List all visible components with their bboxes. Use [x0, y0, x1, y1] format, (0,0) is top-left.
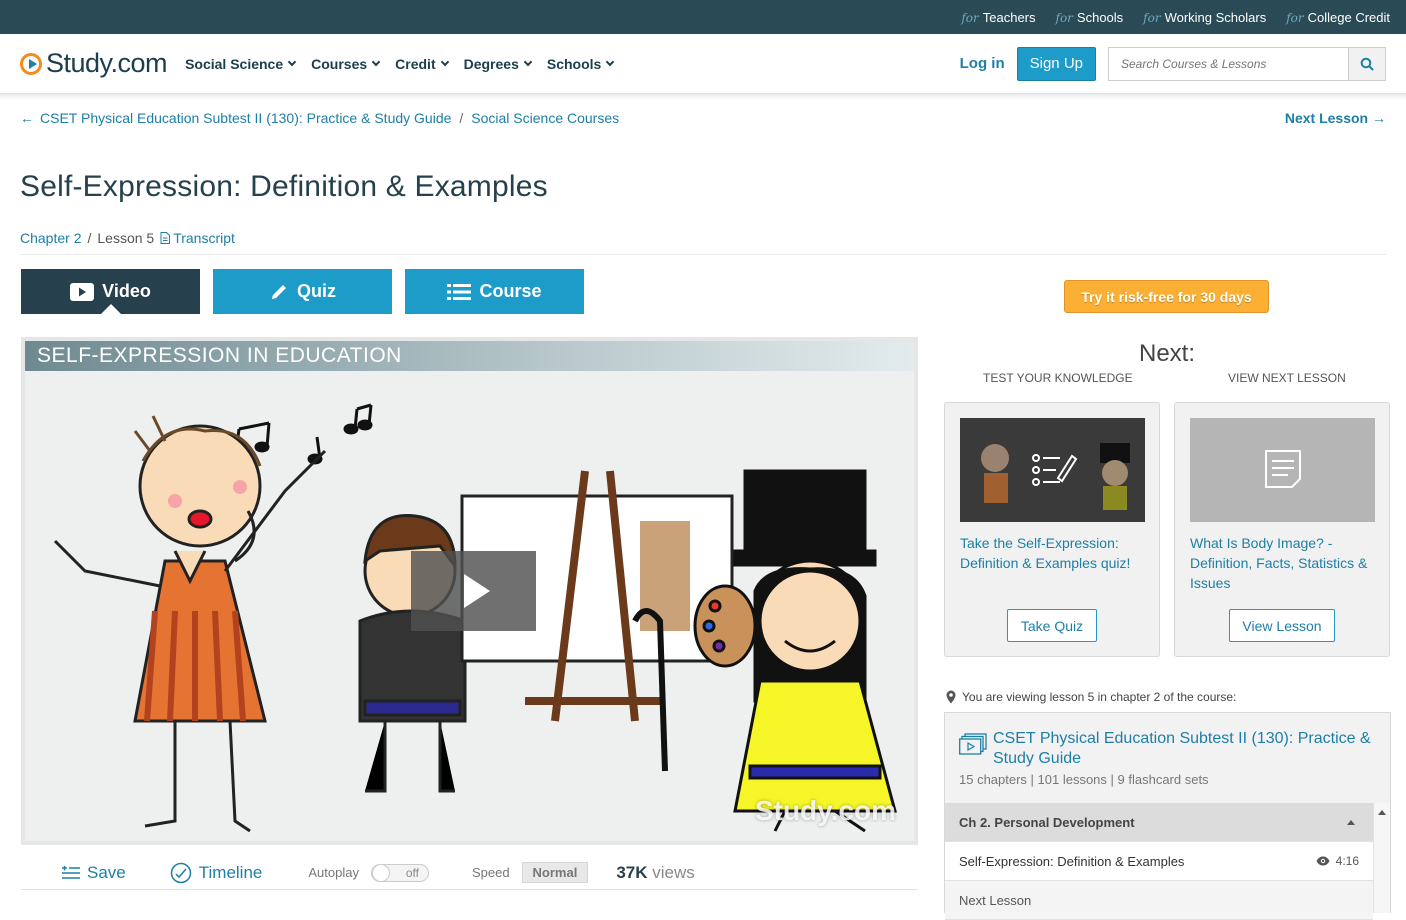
- chapter-lesson-list: Ch 2. Personal Development Self-Expressi…: [944, 803, 1391, 920]
- search-box: [1108, 46, 1386, 81]
- chevron-down-icon: [440, 57, 449, 66]
- nav-social-science[interactable]: Social Science: [185, 56, 297, 72]
- next-lesson-thumbnail[interactable]: [1190, 418, 1375, 522]
- video-controls: Save Timeline Autoplay off Speed Normal …: [21, 856, 918, 890]
- breadcrumb-category-link[interactable]: Social Science Courses: [471, 110, 619, 126]
- course-stats: 15 chapters | 101 lessons | 9 flashcard …: [959, 772, 1209, 787]
- video-icon: [70, 282, 95, 301]
- chevron-down-icon: [287, 57, 297, 66]
- scroll-up-arrow-icon[interactable]: [1378, 810, 1386, 815]
- breadcrumb: ← CSET Physical Education Subtest II (13…: [0, 100, 1406, 136]
- nav-courses[interactable]: Courses: [311, 56, 381, 72]
- next-heading: Next:: [1138, 340, 1195, 367]
- tab-course[interactable]: Course: [405, 269, 584, 314]
- search-input[interactable]: [1108, 46, 1348, 81]
- course-videos-icon: [959, 733, 987, 755]
- video-banner: SELF-EXPRESSION IN EDUCATION: [25, 341, 914, 371]
- lesson-meta: Chapter 2 / Lesson 5 Transcript: [20, 230, 1386, 255]
- search-button[interactable]: [1348, 46, 1386, 81]
- list-add-icon: [62, 865, 80, 879]
- collapse-up-icon: [1347, 819, 1355, 825]
- transcript-link[interactable]: Transcript: [160, 230, 235, 246]
- play-circle-logo-icon: [20, 52, 42, 75]
- next-lesson-card: What Is Body Image? - Definition, Facts,…: [1174, 402, 1390, 657]
- play-button[interactable]: [411, 551, 536, 631]
- chapter-link[interactable]: Chapter 2: [20, 230, 81, 246]
- tab-quiz[interactable]: Quiz: [213, 269, 392, 314]
- view-next-lesson-label: VIEW NEXT LESSON: [1228, 371, 1346, 385]
- quiz-card: Take the Self-Expression: Definition & E…: [944, 402, 1160, 657]
- site-header: Study.com Social Science Courses Credit …: [0, 34, 1406, 94]
- speed-select[interactable]: Normal: [521, 862, 589, 883]
- next-lesson-row[interactable]: Next Lesson: [945, 881, 1373, 920]
- autoplay-label: Autoplay: [308, 865, 359, 880]
- video-watermark: Study.com: [754, 795, 896, 826]
- viewing-location: You are viewing lesson 5 in chapter 2 of…: [946, 690, 1236, 704]
- signup-button[interactable]: Sign Up: [1016, 46, 1096, 81]
- video-player[interactable]: SELF-EXPRESSION IN EDUCATION Study.com: [21, 337, 918, 845]
- quiz-thumbnail[interactable]: [960, 418, 1145, 522]
- map-pin-icon: [946, 690, 956, 704]
- chapter-heading-row[interactable]: Ch 2. Personal Development: [945, 803, 1373, 842]
- document-icon: [160, 232, 171, 244]
- save-button[interactable]: Save: [62, 863, 126, 883]
- audience-links-bar: for Teachers for Schools for Working Schola…: [0, 0, 1406, 34]
- search-icon: [1360, 57, 1374, 71]
- course-title-link[interactable]: CSET Physical Education Subtest II (130)…: [993, 729, 1378, 769]
- list-scrollbar[interactable]: [1373, 803, 1390, 913]
- chevron-down-icon: [606, 57, 615, 66]
- view-count: 37K views: [616, 862, 695, 882]
- lesson-tabs: Video Quiz Course: [21, 269, 584, 315]
- for-teachers-link[interactable]: for Teachers: [961, 10, 1035, 25]
- main-nav: Social Science Courses Credit Degrees Sc…: [185, 56, 615, 72]
- breadcrumb-separator: /: [459, 110, 464, 126]
- timeline-icon: [170, 862, 191, 883]
- meta-separator: /: [87, 230, 92, 246]
- autoplay-toggle[interactable]: off: [370, 863, 429, 882]
- for-college-credit-link[interactable]: for College Credit: [1286, 10, 1390, 25]
- next-lesson-link[interactable]: Next Lesson →: [1285, 110, 1386, 126]
- nav-degrees[interactable]: Degrees: [464, 56, 533, 72]
- tab-video[interactable]: Video: [21, 269, 200, 315]
- pencil-icon: [272, 284, 286, 299]
- nav-schools[interactable]: Schools: [547, 56, 615, 72]
- course-summary: CSET Physical Education Subtest II (130)…: [944, 712, 1391, 804]
- chevron-down-icon: [371, 57, 381, 66]
- arrow-left-icon: ←: [20, 110, 34, 126]
- list-icon: [447, 283, 472, 300]
- nav-credit[interactable]: Credit: [395, 56, 449, 72]
- lesson-title: Self-Expression: Definition & Examples: [20, 170, 548, 203]
- for-schools-link[interactable]: for Schools: [1056, 10, 1124, 25]
- login-link[interactable]: Log in: [958, 55, 1007, 72]
- quiz-card-text[interactable]: Take the Self-Expression: Definition & E…: [960, 533, 1150, 573]
- eye-icon: [1316, 856, 1330, 866]
- lesson-duration: 4:16: [1316, 854, 1359, 868]
- view-lesson-button[interactable]: View Lesson: [1229, 609, 1335, 642]
- test-knowledge-label: TEST YOUR KNOWLEDGE: [983, 371, 1133, 385]
- study-logo[interactable]: Study.com: [20, 48, 168, 79]
- arrow-right-icon: →: [1372, 110, 1386, 126]
- take-quiz-button[interactable]: Take Quiz: [1007, 609, 1097, 642]
- speed-label: Speed: [471, 865, 510, 880]
- timeline-button[interactable]: Timeline: [170, 862, 262, 884]
- free-trial-button[interactable]: Try it risk-free for 30 days: [1064, 280, 1269, 313]
- for-working-scholars-link[interactable]: for Working Scholars: [1143, 10, 1266, 25]
- header-actions: Log in Sign Up: [958, 46, 1386, 81]
- next-lesson-card-text[interactable]: What Is Body Image? - Definition, Facts,…: [1190, 533, 1380, 593]
- toggle-knob: [371, 863, 390, 882]
- current-lesson-row[interactable]: Self-Expression: Definition & Examples 4…: [945, 842, 1373, 881]
- lesson-number: Lesson 5: [97, 230, 155, 246]
- chevron-down-icon: [523, 57, 533, 66]
- breadcrumb-course-link[interactable]: CSET Physical Education Subtest II (130)…: [40, 110, 451, 126]
